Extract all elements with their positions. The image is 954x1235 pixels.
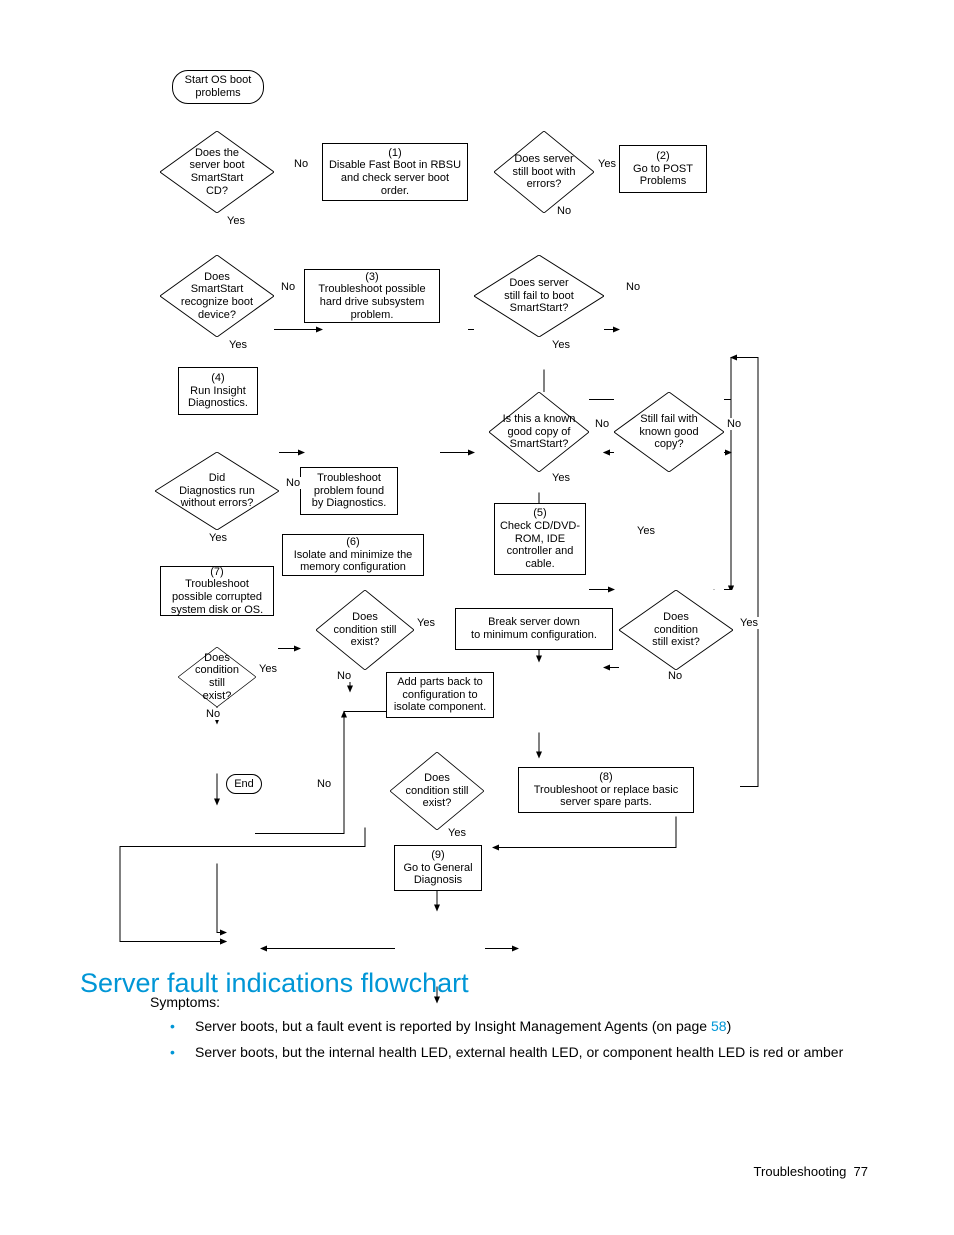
proc-add-parts-back: Add parts back toconfiguration toisolate… <box>386 672 494 718</box>
dec-known-good-copy: Is this a knowngood copy ofSmartStart? <box>489 392 589 472</box>
page: Start OS bootproblems End Does theserver… <box>0 0 954 1235</box>
edge-no-6: No <box>726 418 742 430</box>
proc-isolate-memory: (6)Isolate and minimize thememory config… <box>282 534 424 576</box>
bullet-1: Server boots, but a fault event is repor… <box>195 1018 875 1034</box>
edge-yes-4: Yes <box>551 339 571 351</box>
edge-no-1: No <box>293 158 309 170</box>
edge-yes-10: Yes <box>258 663 278 675</box>
edge-yes-6: Yes <box>636 525 656 537</box>
flow-end: End <box>226 774 262 794</box>
edge-no-3: No <box>280 281 296 293</box>
proc-go-to-general-diagnosis: (9)Go to GeneralDiagnosis <box>394 845 482 891</box>
edge-yes-3: Yes <box>228 339 248 351</box>
bullet-icon: • <box>170 1018 175 1034</box>
edge-no-11: No <box>316 778 332 790</box>
page-footer: Troubleshooting 77 <box>754 1164 868 1179</box>
dec-diagnostics-without-errors: DidDiagnostics runwithout errors? <box>155 452 279 530</box>
edge-no-8: No <box>336 670 352 682</box>
edge-no-4: No <box>625 281 641 293</box>
proc-break-to-minimum: Break server downto minimum configuratio… <box>455 608 613 650</box>
dec-still-fail-known-copy: Still fail withknown goodcopy? <box>614 392 724 472</box>
dec-still-fail-boot-smartstart: Does serverstill fail to bootSmartStart? <box>474 255 604 337</box>
proc-go-to-post-problems: (2)Go to POSTProblems <box>619 145 707 193</box>
proc-run-insight-diagnostics: (4)Run InsightDiagnostics. <box>178 367 258 415</box>
proc-troubleshoot-corrupted-disk: (7)Troubleshootpossible corruptedsystem … <box>160 566 274 616</box>
edge-no-10: No <box>205 708 221 720</box>
dec-condition-exist-1: Doescondition stillexist? <box>316 590 414 670</box>
dec-boot-smartstart-cd: Does theserver bootSmartStartCD? <box>160 131 274 213</box>
edge-yes-9: Yes <box>739 617 759 629</box>
proc-check-cd-dvd: (5)Check CD/DVD-ROM, IDEcontroller andca… <box>494 503 586 575</box>
edge-no-9: No <box>667 670 683 682</box>
dec-recognize-boot-device: DoesSmartStartrecognize bootdevice? <box>160 255 274 337</box>
link-page-58[interactable]: 58 <box>711 1018 727 1034</box>
bullet-2: Server boots, but the internal health LE… <box>195 1044 875 1060</box>
proc-disable-fast-boot: (1)Disable Fast Boot in RBSUand check se… <box>322 143 468 201</box>
proc-troubleshoot-spare-parts: (8)Troubleshoot or replace basicserver s… <box>518 767 694 813</box>
dec-condition-exist-3: Doescondition stillexist? <box>178 647 256 707</box>
edge-yes-7: Yes <box>208 532 228 544</box>
dec-condition-exist-2: Doesconditionstill exist? <box>619 590 733 670</box>
edge-yes-11: Yes <box>447 827 467 839</box>
proc-troubleshoot-diagnostic-problem: Troubleshootproblem foundby Diagnostics. <box>300 467 398 515</box>
edge-no-5: No <box>594 418 610 430</box>
edge-yes-2: Yes <box>226 215 246 227</box>
proc-troubleshoot-hdd: (3)Troubleshoot possiblehard drive subsy… <box>304 269 440 323</box>
edge-yes-8: Yes <box>416 617 436 629</box>
section-title: Server fault indications flowchart <box>80 968 469 999</box>
edge-yes-5: Yes <box>551 472 571 484</box>
bullet-icon: • <box>170 1044 175 1060</box>
dec-condition-exist-4: Doescondition stillexist? <box>390 752 484 830</box>
symptoms-label: Symptoms: <box>150 994 220 1010</box>
edge-no-7: No <box>285 477 301 489</box>
dec-boot-with-errors: Does serverstill boot witherrors? <box>494 131 594 213</box>
flow-start: Start OS bootproblems <box>172 70 264 104</box>
edge-no-2: No <box>556 205 572 217</box>
edge-yes-1: Yes <box>597 158 617 170</box>
